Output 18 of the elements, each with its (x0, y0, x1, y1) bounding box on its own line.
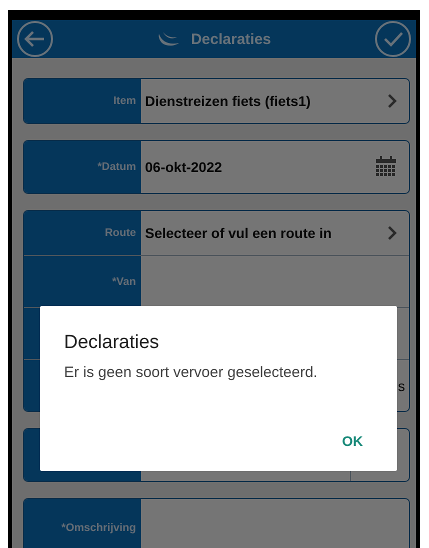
chevron-right-icon[interactable] (387, 226, 397, 240)
select-value[interactable]: Dienstreizen fiets (fiets1) (145, 93, 311, 109)
back-icon[interactable] (16, 20, 54, 58)
date-value[interactable]: 06-okt-2022 (145, 159, 222, 175)
logo-icon (156, 31, 181, 47)
check-icon[interactable] (374, 20, 412, 58)
field-label: Route (24, 211, 141, 255)
field-label: *Van (24, 256, 141, 307)
chevron-right-icon[interactable] (387, 94, 397, 108)
field-label: Item (24, 79, 141, 123)
select-value[interactable]: Selecteer of vul een route in (145, 225, 332, 241)
dialog-title: Declaraties (64, 332, 160, 354)
ok-button[interactable]: OK (332, 429, 373, 453)
calendar-icon[interactable] (375, 156, 397, 178)
header-title: Declaraties (190, 30, 272, 48)
field-label: *Omschrijving (24, 499, 141, 548)
dialog-message: Er is geen soort vervoer geselecteerd. (64, 364, 318, 381)
field-label: *Datum (24, 141, 141, 193)
